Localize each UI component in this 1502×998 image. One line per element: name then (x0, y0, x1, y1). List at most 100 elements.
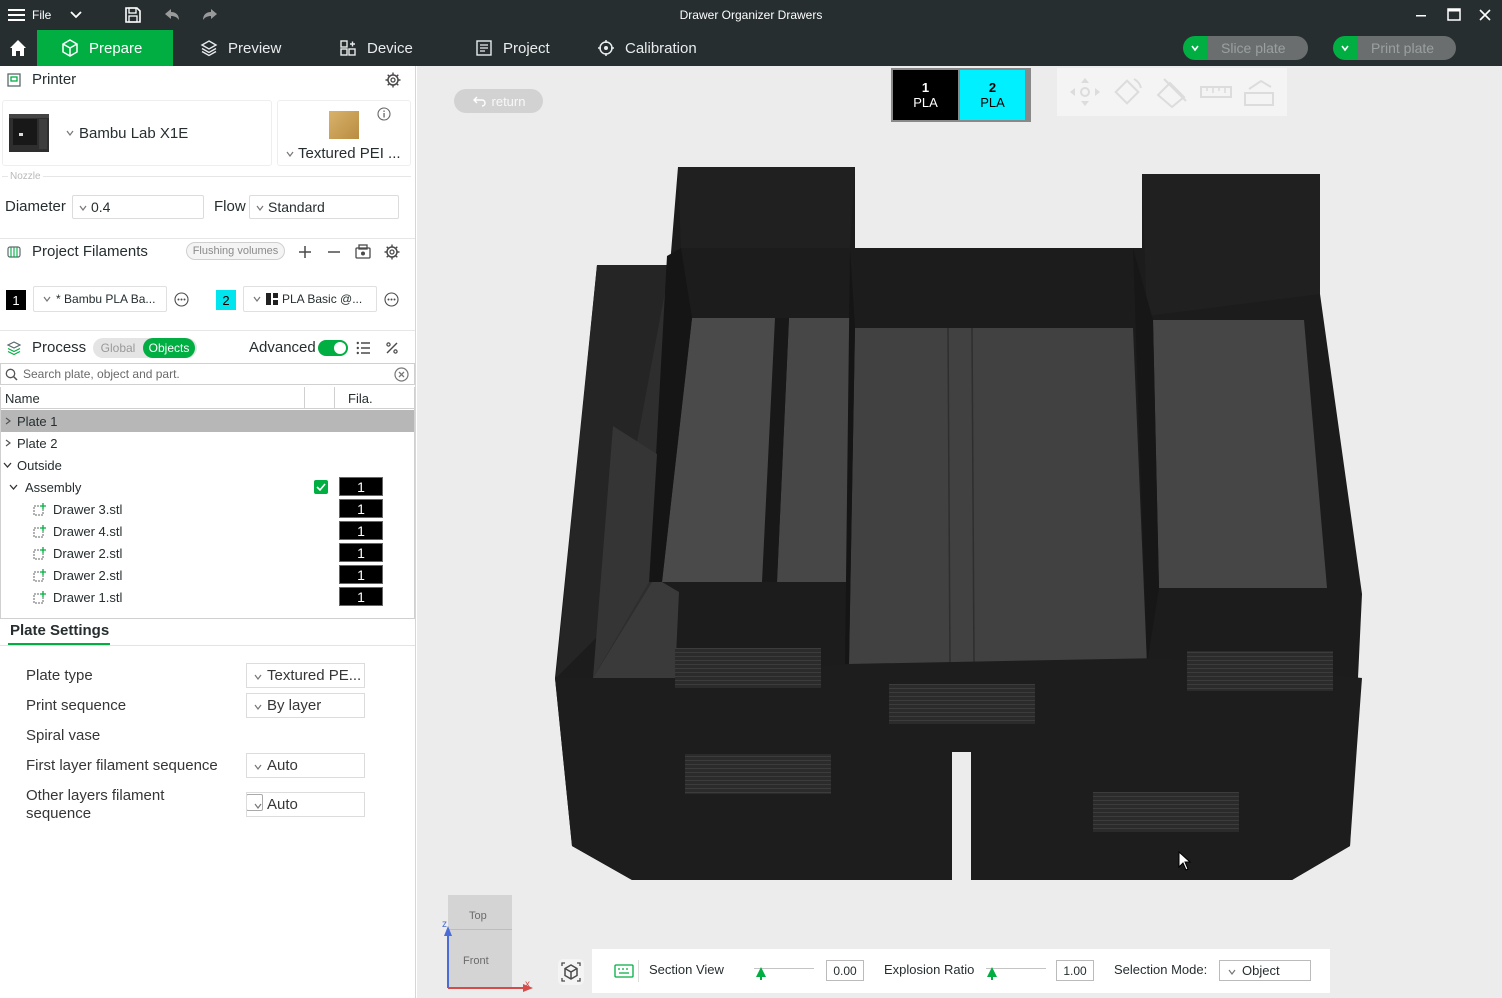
home-button[interactable] (0, 30, 36, 66)
slice-plate-button[interactable]: Slice plate (1183, 36, 1308, 60)
cut-icon[interactable] (1154, 75, 1190, 109)
model-render[interactable] (417, 66, 1502, 998)
tree-row-drawer-3[interactable]: Drawer 3.stl 1 (1, 498, 414, 520)
print-dropdown[interactable] (1333, 36, 1357, 60)
minimize-icon[interactable] (1410, 4, 1432, 26)
tab-preview[interactable]: Preview (176, 30, 306, 66)
selection-mode-select[interactable]: Object (1219, 960, 1311, 981)
tree-row-drawer-1[interactable]: Drawer 1.stl 1 (1, 586, 414, 608)
other-layers-sequence-select[interactable]: Auto (246, 792, 365, 817)
tab-calibration[interactable]: Calibration (573, 30, 723, 66)
axis-indicator (444, 926, 533, 992)
advanced-switch[interactable] (318, 340, 348, 356)
filament-number[interactable]: 1 (339, 477, 383, 496)
clear-search-icon[interactable] (394, 367, 409, 382)
filament-number[interactable]: 1 (339, 587, 383, 606)
reset-view-icon[interactable] (557, 958, 585, 986)
keyboard-icon[interactable] (614, 964, 634, 978)
return-button[interactable]: return (454, 89, 543, 113)
gear-icon[interactable] (385, 72, 401, 88)
slider-handle-icon[interactable] (986, 966, 998, 980)
filament-1-select[interactable]: * Bambu PLA Ba... (33, 286, 167, 312)
explosion-ratio-value[interactable]: 1.00 (1056, 960, 1094, 981)
search-icon (5, 368, 18, 381)
filament-number[interactable]: 1 (339, 565, 383, 584)
section-view-label: Section View (649, 962, 724, 977)
tab-project[interactable]: Project (451, 30, 581, 66)
maximize-icon[interactable] (1443, 4, 1465, 26)
first-layer-sequence-select[interactable]: Auto (246, 753, 365, 778)
remove-icon[interactable] (327, 245, 341, 259)
chevron-right-icon[interactable] (4, 417, 12, 425)
tab-device[interactable]: Device (315, 30, 445, 66)
info-icon[interactable] (377, 107, 391, 121)
rotate-icon[interactable] (1110, 75, 1146, 109)
assembly-icon[interactable] (1241, 75, 1277, 109)
search-input[interactable]: Search plate, object and part. (0, 363, 415, 385)
objects-option[interactable]: Objects (143, 338, 195, 358)
divider (638, 960, 639, 982)
chevron-right-icon[interactable] (4, 439, 12, 447)
filament-tab-2[interactable]: 2 PLA (960, 70, 1025, 120)
printer-header-label: Printer (32, 71, 77, 88)
filament-tab-1[interactable]: 1 PLA (893, 70, 958, 120)
filament-number[interactable]: 1 (339, 543, 383, 562)
tree-row-outside[interactable]: Outside (1, 454, 414, 476)
filament-number[interactable]: 1 (339, 521, 383, 540)
gear-icon[interactable] (384, 244, 400, 260)
plate-settings-tab[interactable]: Plate Settings (10, 622, 109, 639)
tree-row-plate-2[interactable]: Plate 2 (1, 432, 414, 454)
tree-row-drawer-2b[interactable]: Drawer 2.stl 1 (1, 564, 414, 586)
plate-type-select[interactable]: Textured PE... (246, 663, 365, 688)
chevron-down-icon (254, 674, 262, 680)
printer-section-header: Printer (0, 66, 415, 94)
print-sequence-select[interactable]: By layer (246, 693, 365, 718)
more-options-icon[interactable] (174, 292, 189, 307)
printer-selector[interactable]: Bambu Lab X1E (2, 100, 272, 166)
section-view-value[interactable]: 0.00 (826, 960, 864, 981)
chevron-down-icon[interactable] (3, 461, 12, 469)
tree-row-label: Drawer 3.stl (53, 502, 123, 517)
checkbox-checked-icon[interactable] (314, 480, 328, 494)
tree-row-drawer-4[interactable]: Drawer 4.stl 1 (1, 520, 414, 542)
measure-icon[interactable] (1198, 75, 1234, 109)
chevron-down-icon[interactable] (9, 483, 18, 491)
print-plate-button[interactable]: Print plate (1333, 36, 1457, 60)
more-options-icon[interactable] (384, 292, 399, 307)
other-layers-sequence-value: Auto (267, 796, 298, 813)
diameter-select[interactable]: 0.4 (72, 195, 204, 219)
chevron-down-icon (66, 130, 74, 136)
move-icon[interactable] (1067, 75, 1103, 109)
divider (0, 645, 415, 646)
compare-icon[interactable] (385, 341, 399, 355)
global-option[interactable]: Global (93, 341, 143, 355)
filament-2-select[interactable]: PLA Basic @... (243, 286, 377, 312)
print-sequence-value: By layer (267, 697, 322, 714)
home-icon (10, 40, 26, 56)
flushing-volumes-button[interactable]: Flushing volumes (186, 242, 285, 260)
filament-1-swatch[interactable]: 1 (6, 290, 26, 310)
list-icon[interactable] (356, 341, 371, 355)
flow-select[interactable]: Standard (249, 195, 399, 219)
global-objects-toggle[interactable]: Global Objects (93, 338, 197, 358)
bottom-toolbar: Section View 0.00 Explosion Ratio 1.00 S… (592, 949, 1330, 993)
tree-row-drawer-2[interactable]: Drawer 2.stl 1 (1, 542, 414, 564)
tree-row-plate-1[interactable]: Plate 1 (1, 410, 414, 432)
filament-2-swatch[interactable]: 2 (216, 290, 236, 310)
3d-viewport[interactable]: return 1 PLA 2 PLA Top Front z x Section… (417, 66, 1502, 998)
filament-1-name: * Bambu PLA Ba... (56, 292, 156, 306)
slice-dropdown[interactable] (1183, 36, 1207, 60)
close-icon[interactable] (1474, 4, 1496, 26)
sync-ams-icon[interactable] (355, 244, 371, 260)
plate-type-selector[interactable]: Textured PEI ... (277, 100, 411, 166)
add-icon[interactable] (298, 245, 312, 259)
search-placeholder: Search plate, object and part. (23, 367, 180, 381)
slider-handle-icon[interactable] (755, 966, 767, 980)
col-name-header[interactable]: Name (5, 391, 40, 406)
filament-number[interactable]: 1 (339, 499, 383, 518)
first-layer-sequence-value: Auto (267, 757, 298, 774)
tree-row-assembly[interactable]: Assembly 1 (1, 476, 414, 498)
diameter-value: 0.4 (91, 199, 111, 215)
col-fila-header[interactable]: Fila. (348, 391, 373, 406)
tab-prepare[interactable]: Prepare (37, 30, 173, 66)
